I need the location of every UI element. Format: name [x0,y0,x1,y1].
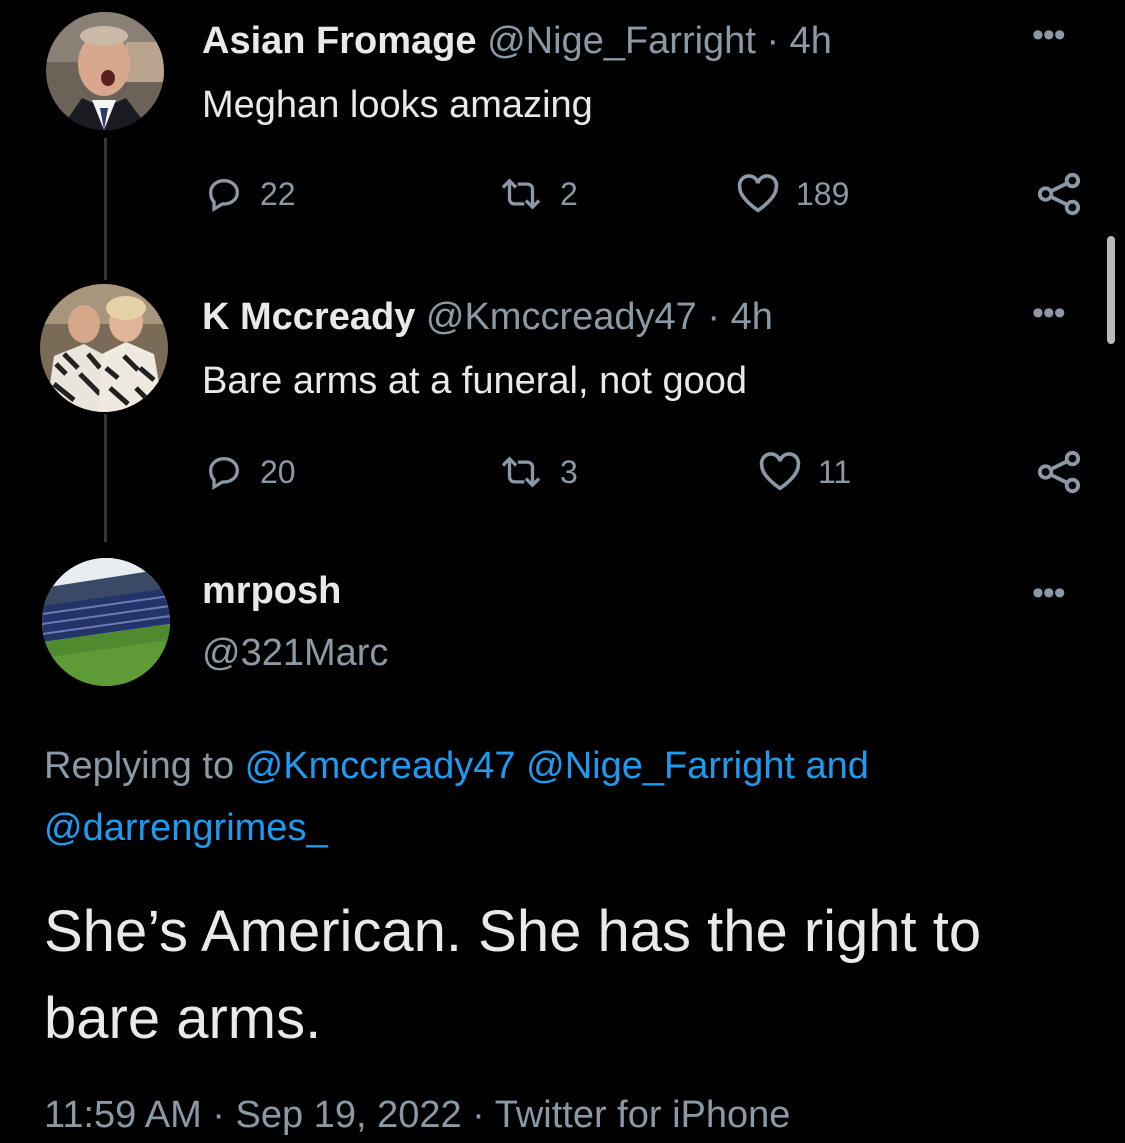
share-button[interactable] [1036,172,1082,216]
reply-count: 20 [260,454,296,490]
like-count: 11 [818,454,852,490]
mention-link[interactable]: @Kmccready47 [245,745,516,787]
scrollbar[interactable] [1107,236,1115,344]
more-options-icon[interactable]: ••• [1032,296,1066,330]
separator: · [755,20,790,62]
user-handle[interactable]: @321Marc [202,632,388,674]
replying-to-label: Replying to [44,745,245,787]
reply-icon [204,174,244,214]
reply-button[interactable]: 20 [204,452,296,492]
tweet-source: Twitter for iPhone [494,1094,791,1136]
share-icon [1036,450,1082,494]
main-display-name[interactable]: mrposh [202,572,341,610]
retweet-icon [498,452,544,492]
avatar[interactable] [40,284,168,412]
main-tweet-text: She’s American. She has the right to bar… [44,899,982,1051]
heart-icon [758,452,802,492]
avatar[interactable] [46,12,164,130]
retweet-icon [498,174,544,214]
retweet-button[interactable]: 2 [498,174,578,214]
mention-link[interactable]: @Nige_Farright [526,745,795,787]
heart-icon [736,174,780,214]
display-name[interactable]: mrposh [202,570,341,612]
separator: · [461,1094,495,1136]
thread-line [104,414,107,542]
separator: · [201,1094,236,1136]
more-options-icon[interactable]: ••• [1032,18,1066,52]
replying-to: Replying to @Kmccready47 @Nige_Farright … [44,735,1084,859]
avatar-photo [46,12,164,130]
avatar-photo [40,284,168,412]
timestamp[interactable]: 4h [731,296,773,338]
avatar[interactable] [42,558,170,686]
display-name[interactable]: K Mccready [202,296,415,338]
tweet-metadata: 11:59 AM · Sep 19, 2022 · Twitter for iP… [44,1096,790,1134]
tweet-time[interactable]: 11:59 AM [44,1094,202,1136]
avatar-photo [42,558,170,686]
tweet-header: Asian Fromage @Nige_Farright · 4h [202,22,832,60]
share-icon [1036,172,1082,216]
mention-link[interactable]: @darrengrimes_ [44,807,328,849]
reply-icon [204,452,244,492]
user-handle[interactable]: @Nige_Farright [487,20,756,62]
separator: · [696,296,731,338]
retweet-button[interactable]: 3 [498,452,578,492]
share-button[interactable] [1036,450,1082,494]
timestamp[interactable]: 4h [790,20,832,62]
main-user-handle[interactable]: @321Marc [202,634,388,672]
retweet-count: 3 [560,454,578,490]
more-options-icon[interactable]: ••• [1032,576,1066,610]
thread-line [104,138,107,280]
tweet-text: Meghan looks amazing [202,84,593,126]
like-button[interactable]: 11 [758,452,851,492]
display-name[interactable]: Asian Fromage [202,20,477,62]
mention-and[interactable]: and [795,745,868,787]
like-button[interactable]: 189 [736,174,849,214]
tweet-header: K Mccready @Kmccready47 · 4h [202,298,773,336]
tweet-text: Bare arms at a funeral, not good [202,360,747,402]
retweet-count: 2 [560,176,578,212]
like-count: 189 [796,176,850,212]
tweet-date[interactable]: Sep 19, 2022 [236,1094,462,1136]
reply-button[interactable]: 22 [204,174,296,214]
user-handle[interactable]: @Kmccready47 [426,296,697,338]
reply-count: 22 [260,176,296,212]
